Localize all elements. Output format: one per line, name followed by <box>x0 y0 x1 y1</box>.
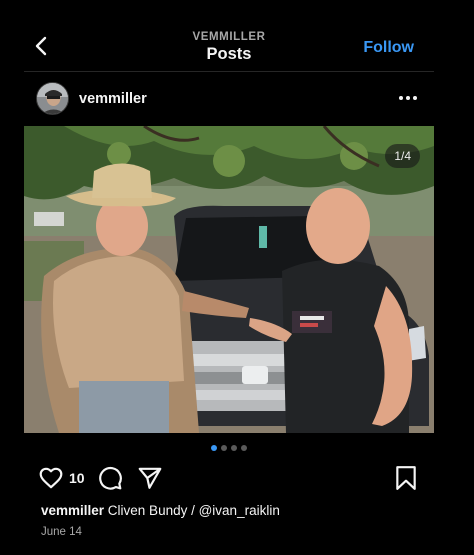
carousel-dots <box>24 445 434 453</box>
more-horizontal-icon[interactable] <box>396 90 420 106</box>
caption-username[interactable]: vemmiller <box>41 503 104 518</box>
carousel-dot[interactable] <box>221 445 227 451</box>
post-caption: vemmiller Cliven Bundy / @ivan_raiklin <box>41 503 280 518</box>
bookmark-icon[interactable] <box>394 465 418 496</box>
heart-icon[interactable] <box>38 465 64 496</box>
follow-button[interactable]: Follow <box>363 39 414 57</box>
caption-text: Cliven Bundy / @ivan_raiklin <box>104 503 280 518</box>
post-username[interactable]: vemmiller <box>79 91 147 107</box>
post-date: June 14 <box>41 526 82 538</box>
carousel-dot-active[interactable] <box>211 445 217 451</box>
avatar[interactable] <box>36 82 69 115</box>
carousel-dot[interactable] <box>241 445 247 451</box>
post-header: vemmiller <box>24 82 434 120</box>
action-bar: 10 <box>24 465 434 491</box>
comment-icon[interactable] <box>97 465 123 496</box>
image-counter: 1/4 <box>385 144 420 168</box>
post-image[interactable]: 1/4 <box>24 126 434 433</box>
like-count[interactable]: 10 <box>69 470 85 486</box>
post-view: VEMMILLER Posts Follow vemmiller 1/4 10 … <box>24 20 434 555</box>
send-icon[interactable] <box>137 465 163 496</box>
top-bar: VEMMILLER Posts Follow <box>24 20 434 70</box>
header-divider <box>24 71 434 72</box>
carousel-dot[interactable] <box>231 445 237 451</box>
